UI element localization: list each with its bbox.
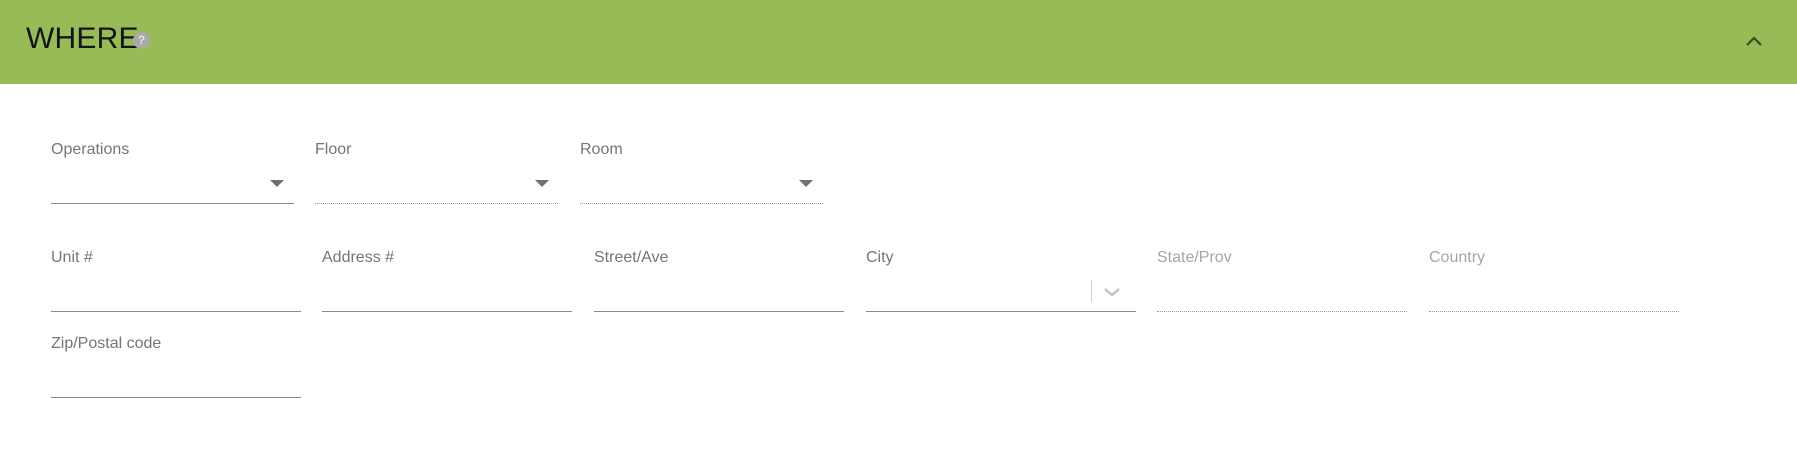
dropdown-arrow-icon	[270, 180, 284, 187]
address-number-underline	[322, 311, 572, 312]
floor-select[interactable]: Floor	[315, 140, 558, 206]
dropdown-arrow-icon	[535, 180, 549, 187]
floor-label: Floor	[315, 141, 352, 158]
dropdown-arrow-icon	[799, 180, 813, 187]
city-label: City	[866, 249, 894, 266]
zip-underline	[51, 397, 301, 398]
operations-select[interactable]: Operations	[51, 140, 294, 206]
address-number-field[interactable]: Address #	[322, 248, 572, 314]
city-separator	[1091, 280, 1092, 302]
country-field[interactable]: Country	[1429, 248, 1679, 314]
room-label: Room	[580, 141, 623, 158]
state-field[interactable]: State/Prov	[1157, 248, 1407, 314]
help-circle-icon[interactable]: ?	[133, 32, 150, 49]
room-underline	[580, 203, 823, 204]
city-underline	[866, 311, 1136, 312]
unit-field[interactable]: Unit #	[51, 248, 301, 314]
operations-label: Operations	[51, 141, 130, 158]
floor-underline	[315, 203, 558, 204]
chevron-down-icon[interactable]	[1103, 286, 1121, 298]
state-underline	[1157, 311, 1407, 312]
room-select[interactable]: Room	[580, 140, 823, 206]
state-label: State/Prov	[1157, 249, 1232, 266]
section-header[interactable]: WHERE ?	[0, 0, 1797, 84]
zip-label: Zip/Postal code	[51, 335, 162, 352]
chevron-up-icon	[1746, 36, 1762, 46]
zip-field[interactable]: Zip/Postal code	[51, 334, 301, 400]
unit-label: Unit #	[51, 249, 93, 266]
country-label: Country	[1429, 249, 1486, 266]
unit-underline	[51, 311, 301, 312]
country-underline	[1429, 311, 1679, 312]
city-select[interactable]: City	[866, 248, 1136, 314]
collapse-button[interactable]	[1738, 26, 1770, 56]
section-title: WHERE	[26, 22, 139, 55]
address-number-label: Address #	[322, 249, 395, 266]
street-label: Street/Ave	[594, 249, 669, 266]
street-underline	[594, 311, 844, 312]
street-field[interactable]: Street/Ave	[594, 248, 844, 314]
operations-underline	[51, 203, 294, 204]
